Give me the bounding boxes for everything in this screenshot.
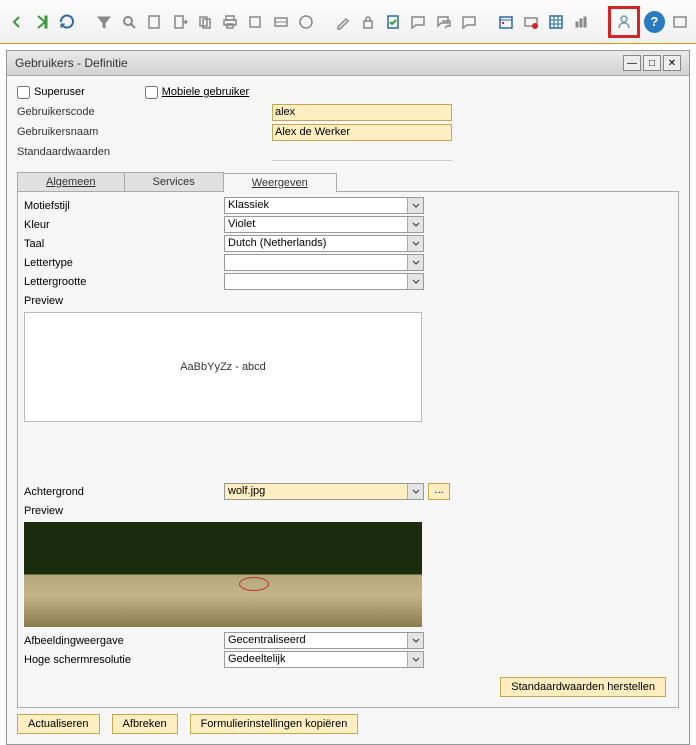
maximize-button[interactable]: □ (643, 55, 661, 71)
defaults-label: Standaardwaarden (17, 146, 137, 158)
preview2-label: Preview (24, 505, 224, 517)
browse-background-button[interactable]: ... (428, 483, 450, 500)
tab-display-content: Motiefstijl Klassiek Kleur Violet Taal D… (17, 191, 679, 708)
chevron-down-icon (407, 217, 423, 232)
mobile-user-label: Mobiele gebruiker (162, 86, 249, 98)
app-toolbar: ? (0, 0, 696, 44)
titlebar: Gebruikers - Definitie — □ ✕ (7, 51, 689, 76)
annotation-ellipse (239, 577, 269, 591)
update-button[interactable]: Actualiseren (17, 714, 100, 734)
calendar-icon[interactable] (495, 11, 516, 33)
tool3-icon[interactable] (295, 11, 316, 33)
window-title: Gebruikers - Definitie (15, 56, 621, 70)
edit-icon[interactable] (332, 11, 353, 33)
lock-icon[interactable] (357, 11, 378, 33)
username-label: Gebruikersnaam (17, 126, 137, 138)
chevron-down-icon (407, 255, 423, 270)
hires-label: Hoge schermresolutie (24, 654, 224, 666)
refresh-icon[interactable] (56, 11, 77, 33)
motif-select[interactable]: Klassiek (224, 197, 424, 214)
nav-forward-icon[interactable] (31, 11, 52, 33)
tab-display[interactable]: Weergeven (223, 173, 337, 192)
copy-icon[interactable] (194, 11, 215, 33)
more-icon[interactable] (669, 11, 690, 33)
color-label: Kleur (24, 219, 224, 231)
grid-icon[interactable] (546, 11, 567, 33)
tab-general[interactable]: Algemeen (17, 172, 125, 191)
chevron-down-icon (407, 633, 423, 648)
tab-services[interactable]: Services (124, 172, 224, 191)
cancel-button[interactable]: Afbreken (112, 714, 178, 734)
chevron-down-icon (407, 236, 423, 251)
defaults-input[interactable] (272, 144, 452, 161)
help-icon[interactable]: ? (644, 11, 665, 33)
font-preview: AaBbYyZz - abcd (24, 312, 422, 422)
font-select[interactable] (224, 254, 424, 271)
chevron-down-icon (407, 274, 423, 289)
usercode-label: Gebruikerscode (17, 106, 137, 118)
imgmode-label: Afbeeldingweergave (24, 635, 224, 647)
mail-blocked-icon[interactable] (520, 11, 541, 33)
user-definition-window: Gebruikers - Definitie — □ ✕ Superuser M… (6, 50, 690, 745)
superuser-label: Superuser (34, 86, 85, 98)
chat1-icon[interactable] (408, 11, 429, 33)
preview-label: Preview (24, 295, 224, 307)
tool1-icon[interactable] (245, 11, 266, 33)
tool2-icon[interactable] (270, 11, 291, 33)
background-preview (24, 522, 422, 627)
color-select[interactable]: Violet (224, 216, 424, 233)
check-doc-icon[interactable] (383, 11, 404, 33)
filter-icon[interactable] (93, 11, 114, 33)
chevron-down-icon (407, 198, 423, 213)
chart-icon[interactable] (571, 11, 592, 33)
superuser-checkbox[interactable]: Superuser (17, 86, 85, 99)
username-input[interactable] (272, 124, 452, 141)
lang-select[interactable]: Dutch (Netherlands) (224, 235, 424, 252)
minimize-button[interactable]: — (623, 55, 641, 71)
close-button[interactable]: ✕ (663, 55, 681, 71)
print-icon[interactable] (219, 11, 240, 33)
user-settings-icon[interactable] (613, 11, 635, 33)
usercode-input[interactable] (272, 104, 452, 121)
imgmode-select[interactable]: Gecentraliseerd (224, 632, 424, 649)
lang-label: Taal (24, 238, 224, 250)
doc-out-icon[interactable] (169, 11, 190, 33)
chevron-down-icon (407, 484, 423, 499)
chat3-icon[interactable] (458, 11, 479, 33)
find-icon[interactable] (119, 11, 140, 33)
copy-form-settings-button[interactable]: Formulierinstellingen kopiëren (190, 714, 359, 734)
chat2-icon[interactable] (433, 11, 454, 33)
doc1-icon[interactable] (144, 11, 165, 33)
background-label: Achtergrond (24, 486, 224, 498)
mobile-user-checkbox[interactable]: Mobiele gebruiker (145, 86, 249, 99)
fontsize-select[interactable] (224, 273, 424, 290)
user-icon-highlight (608, 6, 640, 38)
restore-defaults-button[interactable]: Standaardwaarden herstellen (500, 677, 666, 697)
fontsize-label: Lettergrootte (24, 276, 224, 288)
font-label: Lettertype (24, 257, 224, 269)
background-select[interactable]: wolf.jpg (224, 483, 424, 500)
hires-select[interactable]: Gedeeltelijk (224, 651, 424, 668)
motif-label: Motiefstijl (24, 200, 224, 212)
chevron-down-icon (407, 652, 423, 667)
nav-back-icon[interactable] (6, 11, 27, 33)
